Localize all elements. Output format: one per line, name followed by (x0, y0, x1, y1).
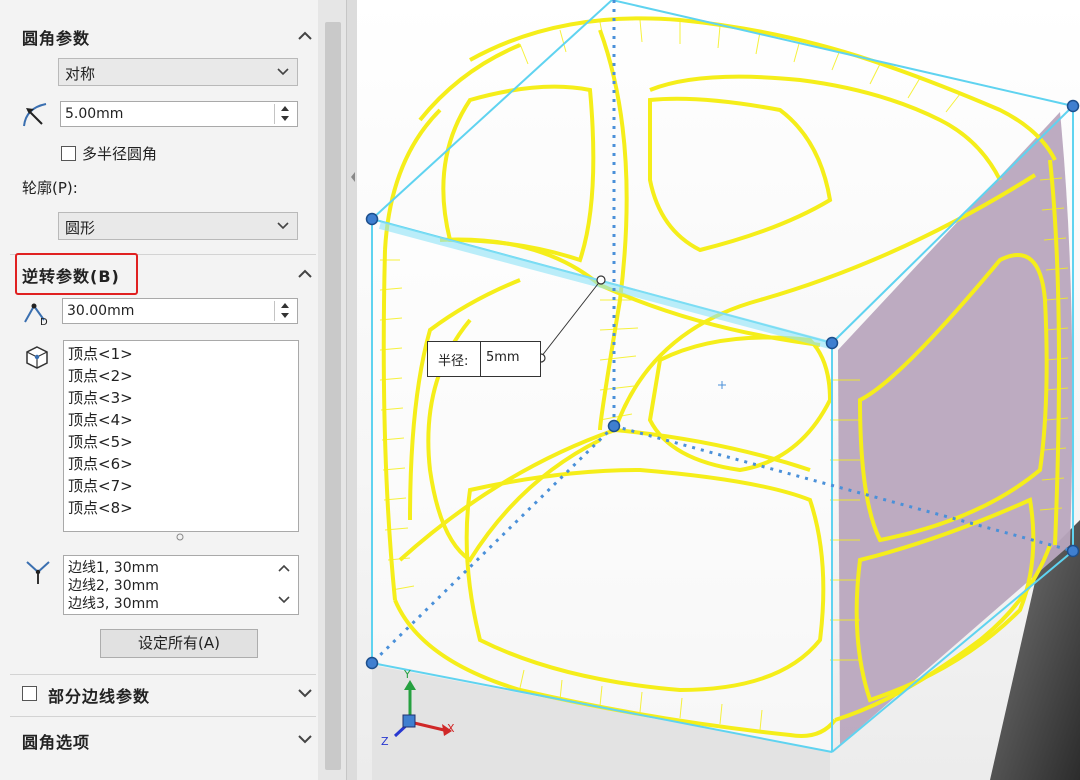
graphics-viewport[interactable]: Y X Z (357, 0, 1080, 780)
property-manager-panel: 圆角参数 对称 5.00mm 多半径圆角 轮廓(P): 圆形 逆转参数(B) D… (0, 0, 318, 780)
fillet-type-value: 对称 (65, 65, 96, 83)
list-item[interactable]: 顶点<1> (68, 343, 133, 365)
setback-distance-icon: D (24, 303, 48, 326)
radius-icon (23, 103, 47, 127)
multi-radius-label: 多半径圆角 (82, 145, 158, 163)
multi-radius-checkbox[interactable] (61, 146, 76, 161)
radius-spinner[interactable] (274, 104, 295, 124)
setback-distance-spinner[interactable] (274, 301, 295, 321)
section-divider (10, 674, 316, 675)
axis-y-label: Y (404, 668, 411, 681)
edge-list[interactable]: 边线1, 30mm 边线2, 30mm 边线3, 30mm (63, 555, 299, 615)
profile-select[interactable]: 圆形 (58, 212, 298, 240)
profile-label: 轮廓(P): (22, 179, 78, 197)
setback-params-title[interactable]: 逆转参数(B) (22, 263, 120, 287)
spin-up-icon[interactable] (277, 301, 293, 310)
setback-distance-input[interactable]: 30.00mm (62, 298, 298, 324)
partial-edge-title[interactable]: 部分边线参数 (48, 683, 150, 707)
spin-down-icon[interactable] (277, 311, 293, 320)
section-divider (10, 716, 316, 717)
list-item[interactable]: 边线3, 30mm (68, 595, 159, 613)
panel-scrollbar-thumb[interactable] (325, 22, 341, 770)
splitter-grip-icon[interactable] (350, 168, 356, 186)
spin-up-icon[interactable] (277, 104, 293, 113)
radius-callout[interactable]: 半径: 5mm (427, 341, 541, 377)
list-item[interactable]: 顶点<3> (68, 387, 133, 409)
spin-down-icon[interactable] (277, 114, 293, 123)
vertex-icon (26, 346, 48, 369)
chevron-down-icon[interactable] (298, 734, 312, 744)
chevron-down-icon[interactable] (298, 688, 312, 698)
list-item[interactable]: 顶点<8> (68, 497, 133, 519)
radius-callout-value[interactable]: 5mm (486, 350, 520, 365)
radius-value: 5.00mm (65, 106, 124, 122)
list-item[interactable]: 顶点<4> (68, 409, 133, 431)
chevron-up-icon[interactable] (298, 31, 312, 41)
list-item[interactable]: 顶点<7> (68, 475, 133, 497)
radius-callout-label: 半径: (438, 354, 469, 369)
chevron-down-icon[interactable] (278, 596, 290, 604)
partial-edge-checkbox[interactable] (22, 686, 37, 701)
resize-handle-icon[interactable] (176, 533, 184, 541)
model-canvas[interactable] (357, 0, 1080, 780)
callout-anchor[interactable] (596, 275, 606, 285)
axis-x-label: X (447, 722, 455, 735)
chevron-down-icon (277, 68, 289, 76)
list-item[interactable]: 顶点<2> (68, 365, 133, 387)
vertex-list[interactable]: 顶点<1> 顶点<2> 顶点<3> 顶点<4> 顶点<5> 顶点<6> 顶点<7… (63, 340, 299, 532)
fillet-params-title[interactable]: 圆角参数 (22, 25, 90, 49)
fillet-type-select[interactable]: 对称 (58, 58, 298, 86)
profile-value: 圆形 (65, 219, 96, 237)
set-all-button[interactable]: 设定所有(A) (100, 629, 258, 658)
setback-distance-value: 30.00mm (67, 303, 135, 319)
radius-input[interactable]: 5.00mm (60, 101, 298, 127)
edge-icon (26, 561, 50, 584)
axis-z-label: Z (381, 735, 389, 748)
callout-separator (480, 342, 481, 376)
list-item[interactable]: 边线1, 30mm (68, 559, 159, 577)
chevron-up-icon[interactable] (298, 269, 312, 279)
fillet-options-title[interactable]: 圆角选项 (22, 729, 90, 753)
chevron-down-icon (277, 222, 289, 230)
list-item[interactable]: 顶点<6> (68, 453, 133, 475)
list-item[interactable]: 顶点<5> (68, 431, 133, 453)
list-item[interactable]: 边线2, 30mm (68, 577, 159, 595)
svg-text:D: D (40, 317, 48, 326)
chevron-up-icon[interactable] (278, 564, 290, 572)
